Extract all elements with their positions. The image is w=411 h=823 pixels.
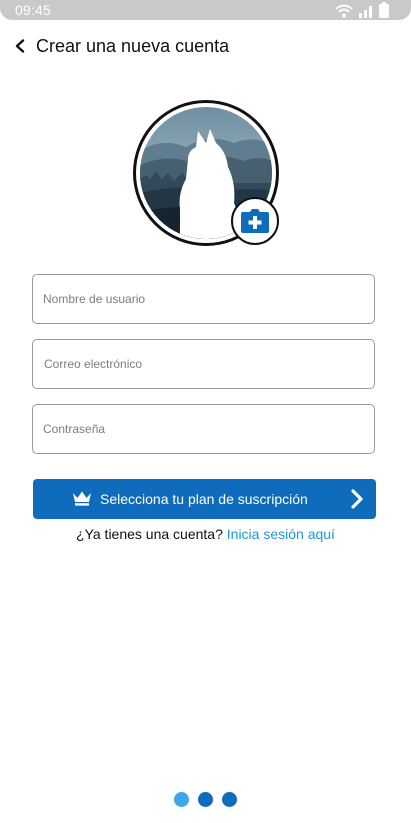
battery-icon bbox=[379, 2, 389, 18]
chevron-right-icon bbox=[351, 489, 363, 509]
login-prompt-text: ¿Ya tienes una cuenta? bbox=[76, 526, 223, 542]
username-input[interactable] bbox=[33, 275, 374, 323]
password-input[interactable] bbox=[33, 405, 374, 453]
email-input[interactable] bbox=[33, 340, 374, 388]
login-link[interactable]: Inicia sesión aquí bbox=[227, 526, 335, 542]
signal-icon bbox=[359, 6, 372, 18]
login-prompt-line: ¿Ya tienes una cuenta? Inicia sesión aqu… bbox=[0, 526, 411, 542]
camera-add-icon bbox=[241, 209, 269, 233]
add-photo-button[interactable] bbox=[231, 197, 279, 245]
wifi-icon bbox=[335, 4, 353, 18]
pagination-dot-1[interactable] bbox=[174, 792, 189, 807]
select-plan-label: Selecciona tu plan de suscripción bbox=[100, 491, 308, 507]
pagination-dots bbox=[0, 792, 411, 807]
username-field[interactable] bbox=[32, 274, 375, 324]
back-chevron-icon bbox=[15, 39, 25, 53]
status-icons bbox=[335, 2, 389, 18]
avatar-picker[interactable] bbox=[133, 100, 279, 246]
email-field[interactable] bbox=[32, 339, 375, 389]
password-field[interactable] bbox=[32, 404, 375, 454]
page-title: Crear una nueva cuenta bbox=[36, 35, 230, 56]
select-plan-button[interactable]: Selecciona tu plan de suscripción bbox=[33, 479, 376, 519]
pagination-dot-3[interactable] bbox=[222, 792, 237, 807]
back-button[interactable] bbox=[5, 28, 35, 64]
crown-icon bbox=[73, 491, 91, 506]
status-time: 09:45 bbox=[15, 2, 52, 18]
app-header: Crear una nueva cuenta bbox=[0, 28, 411, 64]
pagination-dot-2[interactable] bbox=[198, 792, 213, 807]
status-bar: 09:45 bbox=[0, 0, 411, 20]
